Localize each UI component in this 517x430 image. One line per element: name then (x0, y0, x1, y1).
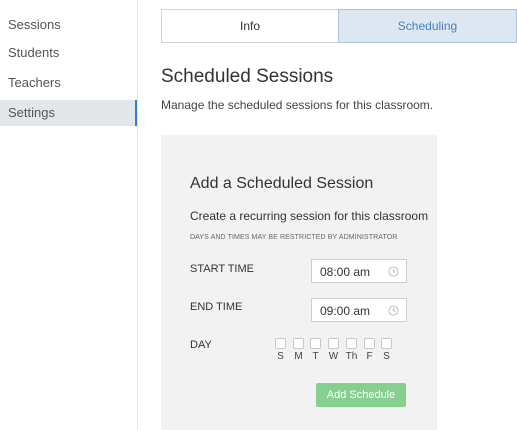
add-schedule-button[interactable]: Add Schedule (316, 383, 406, 407)
day-checkbox-wednesday[interactable] (328, 338, 339, 349)
day-thursday: Th (343, 338, 360, 362)
day-checkbox-saturday[interactable] (381, 338, 392, 349)
end-time-label: END TIME (190, 301, 243, 313)
add-schedule-panel: Add a Scheduled Session Create a recurri… (161, 135, 437, 430)
day-label: DAY (190, 339, 212, 351)
sidebar-item-label: Settings (8, 105, 55, 120)
sidebar-item-label: Teachers (8, 75, 61, 90)
day-checkbox-friday[interactable] (364, 338, 375, 349)
page-subtitle: Manage the scheduled sessions for this c… (161, 98, 434, 112)
day-sunday: S (272, 338, 289, 362)
tab-bar: Info Scheduling (161, 9, 517, 43)
day-friday: F (361, 338, 378, 362)
day-monday: M (290, 338, 307, 362)
panel-title: Add a Scheduled Session (190, 175, 374, 192)
sidebar-item-label: Sessions (8, 17, 61, 32)
day-letter: M (294, 351, 303, 362)
sidebar: Sessions Students Teachers Settings (0, 0, 138, 430)
end-time-input[interactable]: 09:00 am (311, 298, 407, 322)
start-time-label: START TIME (190, 263, 254, 275)
panel-description: Create a recurring session for this clas… (190, 209, 429, 223)
day-checkbox-thursday[interactable] (346, 338, 357, 349)
day-checkbox-tuesday[interactable] (310, 338, 321, 349)
tab-scheduling[interactable]: Scheduling (338, 9, 517, 43)
page-title: Scheduled Sessions (161, 66, 334, 87)
day-checkbox-sunday[interactable] (275, 338, 286, 349)
sidebar-item-settings[interactable]: Settings (0, 100, 138, 126)
day-letter: Th (345, 351, 358, 362)
day-letter: T (312, 351, 319, 362)
restriction-note: DAYS AND TIMES MAY BE RESTRICTED BY ADMI… (190, 234, 398, 241)
sidebar-item-label: Students (8, 45, 60, 60)
clock-icon (388, 266, 399, 277)
sidebar-divider (137, 0, 138, 430)
tab-info[interactable]: Info (161, 9, 339, 43)
end-time-value: 09:00 am (320, 304, 371, 318)
day-tuesday: T (307, 338, 324, 362)
clock-icon (388, 305, 399, 316)
sidebar-item-sessions[interactable]: Sessions (0, 12, 138, 38)
start-time-input[interactable]: 08:00 am (311, 259, 407, 283)
day-saturday: S (378, 338, 395, 362)
start-time-value: 08:00 am (320, 265, 371, 279)
day-letter: F (366, 351, 373, 362)
day-letter: S (277, 351, 284, 362)
day-wednesday: W (325, 338, 342, 362)
sidebar-item-teachers[interactable]: Teachers (0, 70, 138, 96)
day-letter: S (383, 351, 390, 362)
day-letter: W (328, 351, 339, 362)
sidebar-item-students[interactable]: Students (0, 40, 138, 66)
day-checkbox-monday[interactable] (293, 338, 304, 349)
